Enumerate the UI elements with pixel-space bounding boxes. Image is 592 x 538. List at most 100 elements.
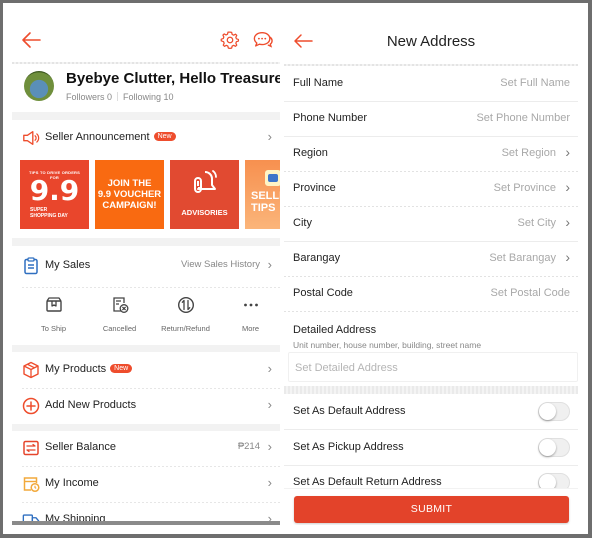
product-box-icon: [23, 361, 39, 379]
more-dots-icon: [243, 303, 258, 307]
chevron-right-icon: ›: [565, 214, 570, 230]
chevron-right-icon: ›: [267, 475, 272, 490]
field-label: Full Name: [293, 77, 344, 89]
bell-alert-icon: [194, 170, 217, 193]
add-new-products-label: Add New Products: [45, 399, 137, 411]
box-icon: [45, 297, 62, 312]
label-text: My Products: [45, 363, 107, 375]
my-products-row[interactable]: My Products New ›: [12, 352, 280, 388]
more-shortcut[interactable]: More: [217, 293, 280, 343]
default-address-toggle[interactable]: [538, 402, 570, 421]
seller-announcement-row[interactable]: Seller Announcement New ›: [12, 120, 280, 156]
new-badge: New: [153, 132, 176, 141]
field-label: Phone Number: [293, 112, 367, 124]
city-selector[interactable]: City Set City ›: [284, 206, 578, 241]
barangay-selector[interactable]: Barangay Set Barangay ›: [284, 241, 578, 276]
shop-name: Byebye Clutter, Hello Treasure: [66, 70, 280, 87]
chevron-right-icon: ›: [267, 257, 272, 272]
add-new-products-row[interactable]: Add New Products ›: [12, 388, 280, 424]
line: 9.9 VOUCHER: [97, 189, 162, 200]
chevron-right-icon: ›: [565, 249, 570, 265]
banner-voucher-campaign[interactable]: JOIN THE 9.9 VOUCHER CAMPAIGN!: [95, 160, 164, 229]
line: CAMPAIGN!: [102, 200, 157, 211]
field-label: Postal Code: [293, 287, 353, 299]
city-value: Set City: [517, 217, 556, 229]
region-value: Set Region: [501, 147, 556, 159]
seller-balance-label: Seller Balance: [45, 441, 116, 453]
field-label: Region: [293, 147, 328, 159]
cancelled-shortcut[interactable]: Cancelled: [86, 293, 153, 343]
banner-subtitle: SUPER SHOPPING DAY: [30, 207, 68, 219]
banner-text: SELLERTIPS: [251, 190, 280, 214]
divider: [117, 92, 119, 101]
scroll-edge: [12, 521, 280, 525]
default-address-setting: Set As Default Address: [284, 394, 578, 429]
pickup-address-setting: Set As Pickup Address: [284, 430, 578, 465]
submit-button[interactable]: SUBMIT: [294, 496, 569, 523]
toggle-label: Set As Default Address: [293, 405, 406, 417]
seller-balance-row[interactable]: Seller Balance ₱214 ›: [12, 430, 280, 466]
banner-advisories[interactable]: ADVISORIES: [170, 160, 239, 229]
full-name-field[interactable]: Full Name Set Full Name: [284, 66, 578, 101]
postal-code-input[interactable]: Set Postal Code: [491, 287, 571, 299]
field-label: City: [293, 217, 312, 229]
my-sales-row[interactable]: My Sales View Sales History ›: [12, 248, 280, 284]
detailed-address-label: Detailed Address: [293, 324, 377, 336]
phone-number-input[interactable]: Set Phone Number: [476, 112, 570, 124]
followers-count[interactable]: Followers 0: [66, 92, 112, 102]
my-income-label: My Income: [45, 477, 99, 489]
to-ship-shortcut[interactable]: To Ship: [20, 293, 87, 343]
banner-seller-tips[interactable]: SELLERTIPS: [245, 160, 280, 229]
region-selector[interactable]: Region Set Region ›: [284, 136, 578, 171]
return-refund-icon: [177, 296, 194, 314]
chevron-right-icon: ›: [267, 361, 272, 376]
section-gap: [12, 112, 280, 120]
phone-number-field[interactable]: Phone Number Set Phone Number: [284, 101, 578, 136]
line: JOIN THE: [107, 178, 152, 189]
new-address-screen: New Address Full Name Set Full Name Phon…: [284, 10, 578, 525]
shop-profile[interactable]: Byebye Clutter, Hello Treasure Followers…: [12, 64, 280, 112]
view-sales-history-link[interactable]: View Sales History: [181, 259, 260, 270]
seller-balance-value: ₱214: [237, 441, 260, 452]
return-refund-shortcut[interactable]: Return/Refund: [152, 293, 219, 343]
chevron-right-icon: ›: [267, 439, 272, 454]
promo-banner-carousel[interactable]: TIPS TO DRIVE ORDERS FOR 9.9 SUPER SHOPPI…: [12, 160, 280, 232]
banner-9-9-tips[interactable]: TIPS TO DRIVE ORDERS FOR 9.9 SUPER SHOPPI…: [20, 160, 89, 229]
following-count[interactable]: Following 10: [123, 92, 174, 102]
my-sales-label: My Sales: [45, 259, 91, 271]
banner-headline: 9.9: [29, 174, 80, 207]
chevron-right-icon: ›: [565, 179, 570, 195]
shortcut-label: More: [241, 324, 260, 333]
label-text: Seller Announcement: [45, 131, 150, 143]
detailed-address-input[interactable]: Set Detailed Address: [288, 352, 578, 382]
section-gap: [12, 238, 280, 246]
sub-line: SHOPPING DAY: [30, 213, 68, 219]
divider: [22, 287, 280, 288]
megaphone-icon: [23, 131, 40, 145]
cancelled-order-icon: [112, 297, 128, 313]
wallet-icon: [23, 440, 39, 456]
province-selector[interactable]: Province Set Province ›: [284, 171, 578, 206]
clipboard-icon: [24, 257, 38, 275]
chevron-right-icon: ›: [565, 144, 570, 160]
sales-status-shortcuts: To Ship Cancelled Return/Refund More: [12, 293, 280, 343]
toggle-label: Set As Pickup Address: [293, 441, 404, 453]
avatar[interactable]: [24, 71, 54, 101]
seller-centre-screen: Byebye Clutter, Hello Treasure Followers…: [12, 10, 280, 525]
chevron-right-icon: ›: [267, 397, 272, 412]
gear-icon[interactable]: [220, 30, 240, 50]
top-bar: [12, 10, 280, 62]
province-value: Set Province: [493, 182, 556, 194]
chevron-right-icon: ›: [267, 129, 272, 144]
detailed-address-hint: Unit number, house number, building, str…: [293, 340, 482, 350]
full-name-input[interactable]: Set Full Name: [500, 77, 570, 89]
toggle-knob: [539, 439, 556, 456]
chat-bubble-icon[interactable]: [252, 30, 274, 50]
arrow-left-icon[interactable]: [20, 30, 42, 50]
postal-code-field[interactable]: Postal Code Set Postal Code: [284, 276, 578, 311]
pickup-address-toggle[interactable]: [538, 438, 570, 457]
shortcut-label: Return/Refund: [161, 324, 210, 333]
shortcut-label: To Ship: [40, 324, 67, 333]
my-income-row[interactable]: My Income ›: [12, 466, 280, 502]
shortcut-label: Cancelled: [102, 324, 137, 333]
